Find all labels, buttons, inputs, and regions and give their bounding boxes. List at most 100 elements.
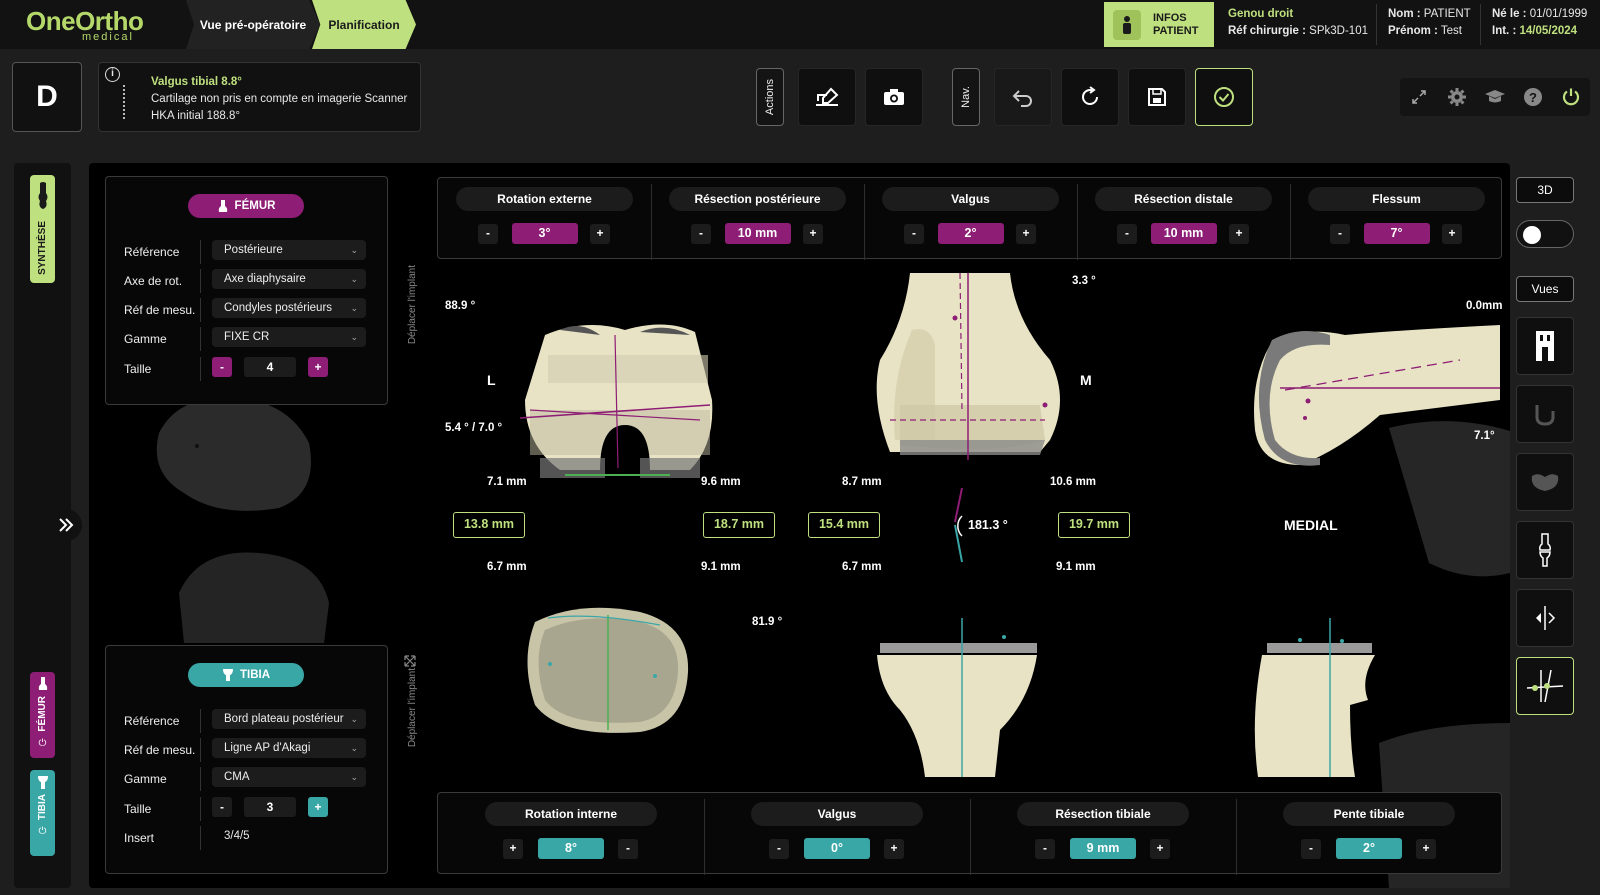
training-button[interactable] bbox=[1476, 78, 1514, 116]
increment-button[interactable]: + bbox=[1229, 224, 1249, 244]
measurement-label: 9.1 mm bbox=[1056, 561, 1096, 573]
measurement-label: 6.7 mm bbox=[842, 561, 882, 573]
help-button[interactable]: ? bbox=[1514, 78, 1552, 116]
procedure-side: Genou droit bbox=[1228, 8, 1294, 20]
tibia-measure-ref-select[interactable]: Ligne AP d'Akagi ⌄ bbox=[212, 738, 366, 758]
tibia-row-size: Taille - 3 + bbox=[106, 797, 387, 821]
lateral-label: L bbox=[487, 372, 496, 388]
divider bbox=[200, 767, 201, 791]
info-icon[interactable]: i bbox=[105, 67, 120, 82]
decrement-button[interactable]: - bbox=[478, 224, 498, 244]
screenshot-button[interactable] bbox=[865, 68, 923, 126]
edit-button[interactable] bbox=[798, 68, 856, 126]
increment-button[interactable]: + bbox=[1016, 224, 1036, 244]
sidebar-tab-tibia[interactable]: TIBIA ⏻ bbox=[30, 770, 55, 856]
divider bbox=[200, 797, 201, 821]
control-title: Rotation interne bbox=[485, 802, 657, 826]
tibia-reference-select[interactable]: Bord plateau postérieur ⌄ bbox=[212, 709, 366, 729]
femur-size-increment[interactable]: + bbox=[308, 357, 328, 377]
chevron-down-icon: ⌄ bbox=[350, 274, 358, 284]
header-divider bbox=[1376, 4, 1377, 45]
row-label: Insert bbox=[124, 831, 155, 845]
view-axes-button[interactable] bbox=[1516, 657, 1574, 715]
increment-button[interactable]: + bbox=[503, 839, 523, 859]
move-implant-label[interactable]: Déplacer l'implant bbox=[407, 265, 418, 344]
femur-reference-select[interactable]: Postérieure ⌄ bbox=[212, 240, 366, 260]
undo-button[interactable] bbox=[994, 68, 1052, 126]
chevron-down-icon: ⌄ bbox=[350, 332, 358, 342]
views-button[interactable]: Vues bbox=[1516, 276, 1574, 302]
view-full-leg-button[interactable] bbox=[1516, 521, 1574, 579]
decrement-button[interactable]: - bbox=[1301, 839, 1321, 859]
patient-name-info: Nom : PATIENT Prénom : Test bbox=[1388, 6, 1471, 40]
fullscreen-button[interactable] bbox=[1400, 78, 1438, 116]
alert-title: Valgus tibial 8.8° bbox=[151, 76, 242, 88]
control-value: 7° bbox=[1363, 223, 1430, 244]
toggle-knob bbox=[1523, 226, 1541, 244]
femur-size-decrement[interactable]: - bbox=[212, 357, 232, 377]
femur-size-value: 4 bbox=[244, 357, 296, 377]
divider bbox=[200, 298, 201, 322]
reset-button[interactable] bbox=[1061, 68, 1119, 126]
move-arrows-icon[interactable] bbox=[404, 655, 416, 667]
increment-button[interactable]: + bbox=[590, 224, 610, 244]
hka-angle: 181.3 ° bbox=[968, 518, 1008, 532]
save-button[interactable] bbox=[1128, 68, 1186, 126]
view-femur-front-button[interactable] bbox=[1516, 317, 1574, 375]
settings-button[interactable] bbox=[1438, 78, 1476, 116]
decrement-button[interactable]: - bbox=[904, 224, 924, 244]
expand-sidebar-button[interactable] bbox=[50, 509, 82, 541]
validate-button[interactable] bbox=[1195, 68, 1253, 126]
increment-button[interactable]: + bbox=[1150, 839, 1170, 859]
header-divider bbox=[1480, 4, 1481, 45]
increment-button[interactable]: + bbox=[1416, 839, 1436, 859]
tab-pre-operative-view[interactable]: Vue pré-opératoire bbox=[186, 0, 320, 49]
control-title: Valgus bbox=[882, 187, 1059, 211]
control-pente-tibiale: Pente tibiale - 2° + bbox=[1236, 793, 1502, 873]
tibia-size-increment[interactable]: + bbox=[308, 797, 328, 817]
nom-label: Nom : bbox=[1388, 8, 1421, 20]
femur-rotation-axis-select[interactable]: Axe diaphysaire ⌄ bbox=[212, 269, 366, 289]
sidebar-tab-femur[interactable]: FÉMUR ⏻ bbox=[30, 672, 55, 758]
intervention-date: 14/05/2024 bbox=[1519, 25, 1578, 37]
increment-button[interactable]: + bbox=[803, 224, 823, 244]
decrement-button[interactable]: - bbox=[1330, 224, 1350, 244]
control-title: Résection distale bbox=[1095, 187, 1272, 211]
axes-icon bbox=[1526, 669, 1564, 703]
control-title: Résection tibiale bbox=[1017, 802, 1189, 826]
tab-planning[interactable]: Planification bbox=[312, 0, 416, 49]
view-toggle[interactable] bbox=[1516, 220, 1574, 248]
tibia-icon bbox=[222, 669, 233, 681]
tibia-range-select[interactable]: CMA ⌄ bbox=[212, 767, 366, 787]
view-femur-side-button[interactable] bbox=[1516, 385, 1574, 443]
camera-icon bbox=[884, 89, 904, 105]
power-icon[interactable]: ⏻ bbox=[39, 738, 47, 749]
measurement-label: 8.7 mm bbox=[842, 476, 882, 488]
increment-button[interactable]: + bbox=[1442, 224, 1462, 244]
chevron-down-icon: ⌄ bbox=[350, 303, 358, 313]
decrement-button[interactable]: - bbox=[1035, 839, 1055, 859]
view-tibia-top-button[interactable] bbox=[1516, 453, 1574, 511]
decrement-button[interactable]: - bbox=[618, 839, 638, 859]
femur-row-range: Gamme FIXE CR ⌄ bbox=[106, 327, 387, 351]
alert-box: i Valgus tibial 8.8° Cartilage non pris … bbox=[98, 62, 421, 132]
view-split-button[interactable] bbox=[1516, 589, 1574, 647]
decrement-button[interactable]: - bbox=[1117, 224, 1137, 244]
gap-label: 0.0mm bbox=[1466, 300, 1503, 312]
femur-measure-ref-select[interactable]: Condyles postérieurs ⌄ bbox=[212, 298, 366, 318]
decrement-button[interactable]: - bbox=[691, 224, 711, 244]
svg-text:?: ? bbox=[1529, 90, 1537, 105]
power-icon[interactable]: ⏻ bbox=[39, 826, 47, 837]
3d-button[interactable]: 3D bbox=[1516, 177, 1574, 203]
increment-button[interactable]: + bbox=[884, 839, 904, 859]
femur-range-select[interactable]: FIXE CR ⌄ bbox=[212, 327, 366, 347]
decrement-button[interactable]: - bbox=[769, 839, 789, 859]
tibia-size-decrement[interactable]: - bbox=[212, 797, 232, 817]
divider bbox=[200, 240, 201, 264]
row-label: Gamme bbox=[124, 772, 167, 786]
move-implant-label[interactable]: Déplacer l'implant bbox=[407, 668, 418, 747]
sidebar-tab-synthese[interactable]: SYNTHÈSE bbox=[30, 175, 55, 283]
patient-info-button[interactable]: INFOS PATIENT bbox=[1104, 2, 1214, 47]
power-button[interactable] bbox=[1552, 78, 1590, 116]
femur-row-rotation-axis: Axe de rot. Axe diaphysaire ⌄ bbox=[106, 269, 387, 293]
